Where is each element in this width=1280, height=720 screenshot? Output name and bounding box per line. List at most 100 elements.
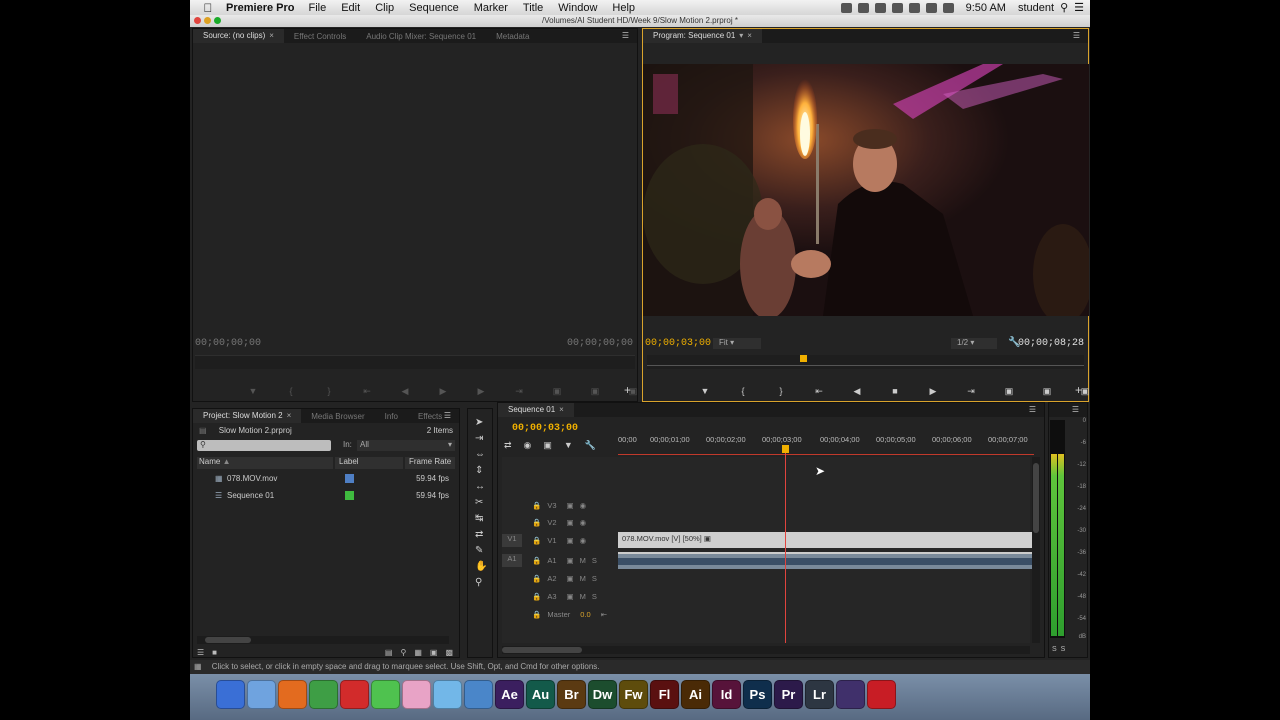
sync-lock-icon[interactable]: ▣ (567, 536, 574, 545)
dock-app-br[interactable]: Br (557, 680, 586, 709)
panel-menu-icon[interactable]: ☰ (1072, 405, 1079, 414)
timeline-zoom-scrollbar[interactable] (502, 646, 1030, 654)
search-icon[interactable]: ⚲ (1060, 1, 1068, 14)
close-icon[interactable]: × (269, 31, 274, 40)
project-item-row[interactable]: ▦ 078.MOV.mov 59.94 fps (197, 470, 449, 486)
resolution-dropdown[interactable]: 1/2 ▾ (951, 338, 997, 349)
lock-icon[interactable]: 🔒 (532, 518, 541, 527)
battery-icon[interactable] (942, 2, 954, 13)
hand-tool-icon[interactable]: ✋ (475, 561, 487, 572)
add-button-icon[interactable]: + (1075, 383, 1082, 397)
menu-marker[interactable]: Marker (474, 2, 508, 14)
label-swatch-blue[interactable] (345, 473, 354, 483)
solo-right-button[interactable]: S (1061, 646, 1066, 653)
eye-icon[interactable]: ◉ (580, 501, 587, 510)
linked-selection-icon[interactable]: ▣ (543, 440, 552, 451)
lock-icon[interactable]: 🔒 (532, 536, 541, 545)
wrench-icon[interactable]: 🔧 (585, 440, 596, 451)
dock-app-icon[interactable] (433, 680, 462, 709)
clock[interactable]: 9:50 AM (966, 2, 1006, 14)
horizontal-scrollbar[interactable] (197, 636, 449, 644)
dock-app-icon[interactable] (216, 680, 245, 709)
gear-icon[interactable] (857, 2, 869, 13)
wifi-icon[interactable] (908, 2, 920, 13)
sync-lock-icon[interactable]: ▣ (567, 518, 574, 527)
solo-left-button[interactable]: S (1052, 646, 1057, 653)
track-label[interactable]: V3 (547, 501, 556, 510)
sync-lock-icon[interactable]: ▣ (567, 501, 574, 510)
find-icon[interactable]: ⚲ (400, 648, 406, 657)
tab-metadata[interactable]: Metadata (486, 32, 539, 41)
dock-app-dw[interactable]: Dw (588, 680, 617, 709)
timeline-timecode[interactable]: 00;00;03;00 (512, 423, 578, 434)
mark-in-icon[interactable]: { (279, 384, 303, 398)
dock-app-ae[interactable]: Ae (495, 680, 524, 709)
dock-app-icon[interactable] (464, 680, 493, 709)
lift-icon[interactable]: ▣ (997, 384, 1021, 398)
dock-app-id[interactable]: Id (712, 680, 741, 709)
panel-menu-icon[interactable]: ☰ (444, 411, 451, 420)
insert-icon[interactable]: ▣ (545, 384, 569, 398)
mute-button[interactable]: M (580, 556, 586, 565)
tab-effect-controls[interactable]: Effect Controls (284, 32, 356, 41)
column-header-name[interactable]: Name ▲ (197, 457, 333, 469)
chevron-down-icon[interactable]: ▾ (739, 31, 743, 40)
close-icon[interactable]: × (747, 31, 752, 40)
eye-icon[interactable]: ◉ (580, 536, 587, 545)
menu-sequence[interactable]: Sequence (409, 2, 459, 14)
dock-app-icon[interactable] (867, 680, 896, 709)
apple-icon[interactable]:  (190, 1, 226, 15)
rolling-edit-tool-icon[interactable]: ⇕ (475, 465, 487, 476)
column-header-frame-rate[interactable]: Frame Rate (405, 457, 455, 469)
go-to-in-icon[interactable]: ⇤ (807, 384, 831, 398)
zoom-window-button[interactable] (214, 17, 221, 24)
program-scrubber[interactable] (647, 355, 1084, 369)
go-to-out-icon[interactable]: ⇥ (507, 384, 531, 398)
add-button-icon[interactable]: + (624, 383, 631, 397)
playhead-handle[interactable] (782, 445, 789, 453)
source-timecode-duration[interactable]: 00;00;00;00 (567, 338, 633, 349)
dock-app-icon[interactable] (340, 680, 369, 709)
close-icon[interactable]: × (559, 405, 564, 414)
tab-program[interactable]: Program: Sequence 01 ▾ × (643, 29, 762, 43)
track-label[interactable]: A3 (547, 592, 556, 601)
menu-window[interactable]: Window (558, 2, 597, 14)
video-clip[interactable]: 078.MOV.mov [V] [50%] ▣ (618, 532, 1032, 548)
solo-button[interactable]: S (592, 592, 597, 601)
step-forward-icon[interactable]: ▶ (469, 384, 493, 398)
solo-button[interactable]: S (592, 556, 597, 565)
new-item-icon[interactable]: ▣ (430, 648, 438, 657)
source-patch-v1[interactable]: V1 (502, 534, 522, 547)
play-icon[interactable]: ▶ (431, 384, 455, 398)
track-select-tool-icon[interactable]: ⇥ (475, 433, 487, 444)
dock-app-icon[interactable] (836, 680, 865, 709)
track-label[interactable]: V1 (547, 536, 556, 545)
dropbox-icon[interactable] (891, 2, 903, 13)
menu-file[interactable]: File (308, 2, 326, 14)
go-to-start-icon[interactable]: ⇤ (601, 610, 607, 619)
nest-icon[interactable]: ⇄ (504, 440, 512, 451)
extract-icon[interactable]: ▣ (1035, 384, 1059, 398)
trash-icon[interactable]: ▩ (445, 648, 453, 657)
ripple-edit-tool-icon[interactable]: ⇔ (475, 449, 487, 460)
mute-button[interactable]: M (580, 574, 586, 583)
source-timecode-current[interactable]: 00;00;00;00 (195, 338, 261, 349)
lock-icon[interactable]: 🔒 (532, 556, 541, 565)
tab-audio-clip-mixer[interactable]: Audio Clip Mixer: Sequence 01 (356, 32, 486, 41)
close-icon[interactable]: × (287, 411, 292, 420)
step-back-icon[interactable]: ◀ (845, 384, 869, 398)
track-label[interactable]: V2 (547, 518, 556, 527)
source-patch-a1[interactable]: A1 (502, 554, 522, 567)
dock-app-fw[interactable]: Fw (619, 680, 648, 709)
volume-icon[interactable] (925, 2, 937, 13)
close-window-button[interactable] (194, 17, 201, 24)
lock-icon[interactable]: 🔒 (532, 610, 541, 619)
playhead-marker[interactable] (800, 355, 807, 362)
menu-clip[interactable]: Clip (375, 2, 394, 14)
overwrite-icon[interactable]: ▣ (583, 384, 607, 398)
automate-icon[interactable]: ▤ (385, 648, 393, 657)
dock-app-au[interactable]: Au (526, 680, 555, 709)
lock-icon[interactable]: 🔒 (532, 592, 541, 601)
panel-menu-icon[interactable]: ☰ (1029, 405, 1036, 414)
dock-app-pr[interactable]: Pr (774, 680, 803, 709)
